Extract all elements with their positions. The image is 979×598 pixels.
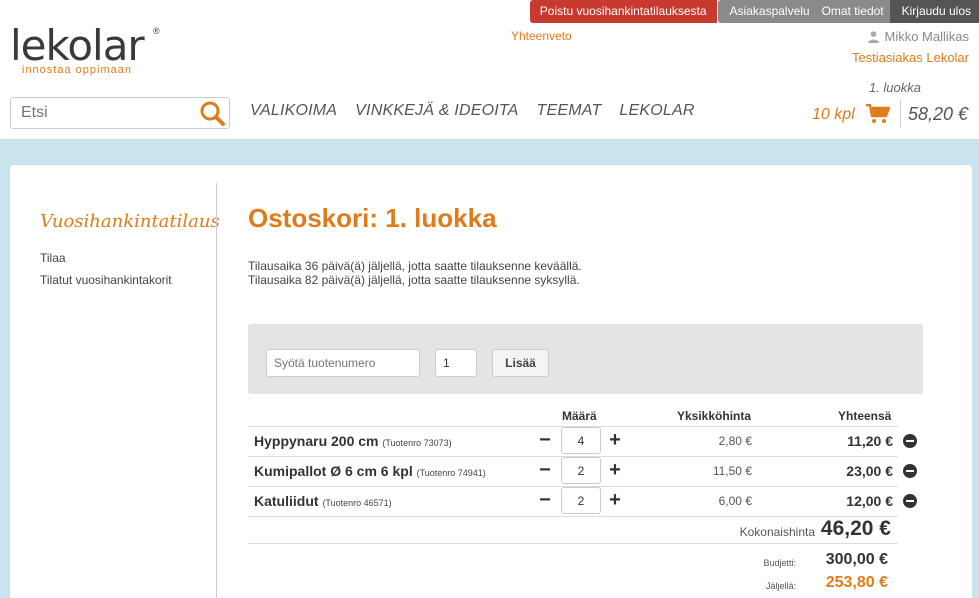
unit-price: 2,80 € [718, 434, 752, 448]
increase-quantity-button[interactable]: + [607, 489, 623, 511]
increase-quantity-button[interactable]: + [607, 459, 623, 481]
product-name[interactable]: Kumipallot Ø 6 cm 6 kpl (Tuotenro 74941) [254, 463, 486, 479]
table-row: Kumipallot Ø 6 cm 6 kpl (Tuotenro 74941)… [248, 456, 923, 486]
logout-link[interactable]: Kirjaudu ulos [889, 0, 979, 23]
column-header-unit-price: Yksikköhinta [677, 409, 752, 423]
nav-item-valikoima[interactable]: VALIKOIMA [250, 102, 337, 120]
logo-tagline: innostaa oppimaan [22, 64, 132, 76]
user-name: Mikko Mallikas [884, 29, 969, 44]
sidebar-divider [216, 183, 217, 598]
remove-item-icon[interactable] [903, 434, 917, 448]
decrease-quantity-button[interactable]: − [537, 489, 553, 511]
lekolar-logo[interactable]: lekolar ® innostaa oppimaan [10, 21, 160, 77]
table-divider [248, 516, 898, 517]
remove-item-icon[interactable] [903, 494, 917, 508]
my-info-link[interactable]: Omat tiedot [815, 0, 890, 23]
table-row: Hyppynaru 200 cm (Tuotenro 73073) − + 2,… [248, 426, 923, 456]
nav-item-lekolar[interactable]: LEKOLAR [619, 102, 694, 120]
quantity-input[interactable] [561, 427, 601, 454]
quantity-input[interactable] [561, 487, 601, 514]
remove-item-icon[interactable] [903, 464, 917, 478]
search-input[interactable] [11, 98, 196, 128]
user-info[interactable]: Mikko Mallikas [868, 29, 969, 44]
customer-service-link[interactable]: Asiakaspalvelu [717, 0, 816, 23]
product-number: (Tuotenro 46571) [322, 498, 392, 508]
increase-quantity-button[interactable]: + [607, 429, 623, 451]
order-deadline-spring: Tilausaika 36 päivä(ä) jäljellä, jotta s… [248, 259, 582, 273]
column-header-total: Yhteensä [838, 409, 892, 423]
cart-divider [900, 100, 901, 128]
exit-annual-order-button[interactable]: Poistu vuosihankintatilauksesta [529, 0, 717, 23]
cart-total[interactable]: 58,20 € [908, 104, 968, 125]
search-box [10, 97, 230, 129]
content-panel: Vuosihankintatilaus Tilaa Tilatut vuosih… [10, 165, 972, 598]
product-name[interactable]: Hyppynaru 200 cm (Tuotenro 73073) [254, 433, 452, 449]
budget-label: Budjetti: [763, 558, 796, 568]
search-icon [200, 101, 225, 126]
grand-total-label: Kokonaishinta [739, 525, 815, 539]
sidebar-item-ordered-baskets[interactable]: Tilatut vuosihankintakorit [40, 273, 172, 287]
site-header: lekolar ® innostaa oppimaan Poistu vuosi… [0, 0, 979, 140]
remaining-label: Jäljellä: [765, 581, 796, 591]
sidebar-item-order[interactable]: Tilaa [40, 251, 66, 265]
main-nav: VALIKOIMA VINKKEJÄ & IDEOITA TEEMAT LEKO… [250, 102, 695, 120]
add-product-form: Lisää [248, 324, 923, 394]
page-title: Ostoskori: 1. luokka [248, 203, 497, 233]
customer-name[interactable]: Testiasiakas Lekolar [852, 50, 969, 65]
cart-class-name: 1. luokka [868, 80, 921, 95]
order-deadline-autumn: Tilausaika 82 päivä(ä) jäljellä, jotta s… [248, 273, 580, 287]
product-name[interactable]: Katuliidut (Tuotenro 46571) [254, 493, 392, 509]
row-total: 11,20 € [847, 433, 893, 449]
add-quantity-input[interactable] [435, 349, 477, 377]
nav-item-teemat[interactable]: TEEMAT [537, 102, 602, 120]
cart-item-count[interactable]: 10 kpl [812, 106, 855, 124]
shopping-cart-icon[interactable] [866, 104, 890, 124]
row-total: 23,00 € [846, 463, 893, 479]
product-number-input[interactable] [266, 349, 420, 377]
product-number: (Tuotenro 74941) [416, 468, 486, 478]
column-header-quantity: Määrä [562, 409, 597, 423]
sidebar-title: Vuosihankintatilaus [40, 211, 220, 232]
product-number: (Tuotenro 73073) [382, 438, 452, 448]
search-button[interactable] [197, 99, 227, 127]
budget-value: 300,00 € [825, 551, 888, 568]
user-icon [868, 30, 880, 43]
nav-item-vinkkeja-ideoita[interactable]: VINKKEJÄ & IDEOITA [355, 102, 518, 120]
add-to-cart-button[interactable]: Lisää [492, 349, 549, 377]
quantity-input[interactable] [561, 457, 601, 484]
table-row: Katuliidut (Tuotenro 46571) − + 6,00 € 1… [248, 486, 923, 516]
summary-link[interactable]: Yhteenveto [511, 29, 572, 43]
totals-divider [248, 543, 898, 544]
unit-price: 6,00 € [718, 494, 752, 508]
grand-total-value: 46,20 € [820, 517, 891, 540]
row-total: 12,00 € [846, 493, 893, 509]
decrease-quantity-button[interactable]: − [537, 459, 553, 481]
decrease-quantity-button[interactable]: − [537, 429, 553, 451]
unit-price: 11,50 € [712, 464, 752, 478]
logo-wordmark: lekolar [10, 21, 145, 70]
top-utility-bar: Poistu vuosihankintatilauksesta Asiakasp… [529, 0, 979, 23]
remaining-value: 253,80 € [825, 574, 888, 591]
logo-registered-mark: ® [153, 26, 160, 36]
